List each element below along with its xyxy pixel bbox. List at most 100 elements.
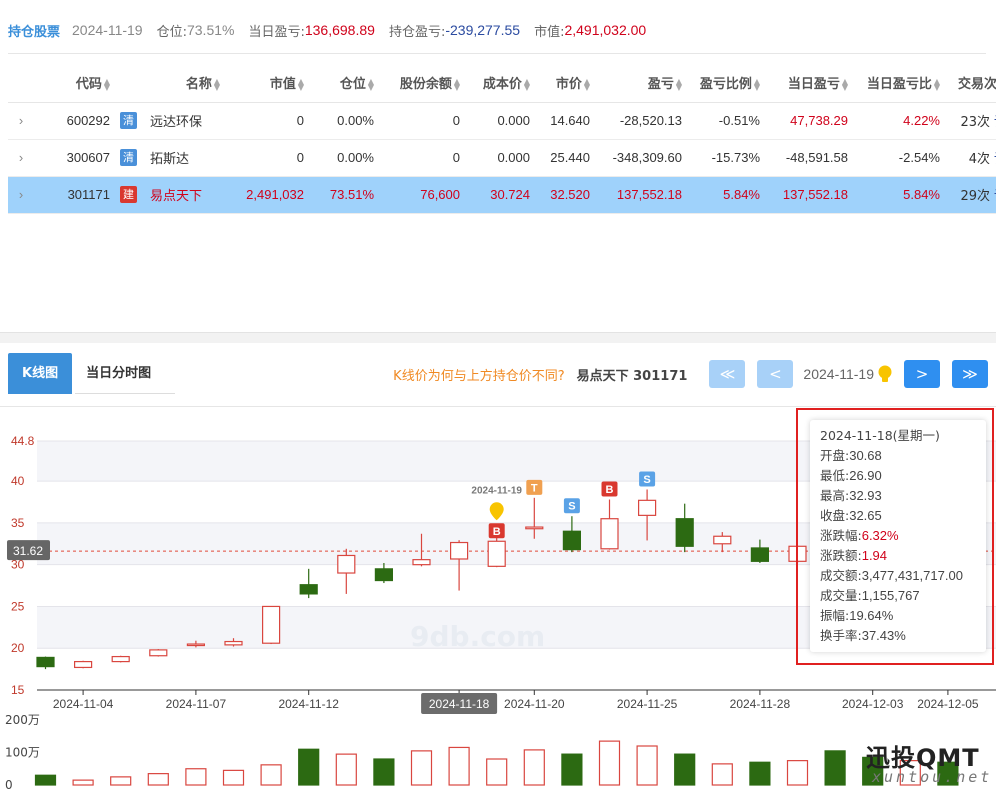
marker-date-label: 2024-11-19 xyxy=(471,485,522,496)
y-tick-label: 44.8 xyxy=(11,434,35,448)
trade-marker-label: B xyxy=(606,484,614,496)
tooltip-row: 成交额:3,477,431,717.00 xyxy=(820,566,986,586)
volume-bar xyxy=(786,760,809,786)
volume-bar xyxy=(636,745,658,786)
tooltip-value: 32.93 xyxy=(849,488,882,503)
candle-body xyxy=(186,643,205,647)
hover-date-label: 2024-11-18 xyxy=(429,697,490,711)
tooltip-label: 成交额: xyxy=(820,568,862,583)
tooltip-row: 最高:32.93 xyxy=(820,486,986,506)
y-tick-label: 35 xyxy=(11,516,25,530)
brand-watermark-url: xuntou.net xyxy=(872,768,993,786)
volume-bar xyxy=(410,750,433,786)
tooltip-label: 收盘: xyxy=(820,508,850,523)
volume-bar xyxy=(674,753,696,786)
candle-body xyxy=(149,649,168,657)
volume-bar xyxy=(185,768,207,786)
volume-bar xyxy=(222,769,245,786)
tooltip-row: 成交量:1,155,767 xyxy=(820,586,986,606)
trade-marker-label: B xyxy=(493,526,501,538)
tooltip-value: 1.94 xyxy=(861,548,888,563)
volume-bar xyxy=(749,761,771,786)
tooltip-value: 30.68 xyxy=(849,448,882,463)
candle-body xyxy=(487,540,506,567)
tooltip-date-text: 2024-11-18(星期一) xyxy=(820,428,940,443)
tooltip-row: 换手率:37.43% xyxy=(820,626,986,646)
candle-body xyxy=(337,554,356,574)
candle-body xyxy=(374,568,393,582)
candle-body xyxy=(713,535,732,545)
trade-marker-label: S xyxy=(643,474,650,486)
candle-body xyxy=(450,541,469,560)
tooltip-row: 振幅:19.64% xyxy=(820,606,986,626)
tooltip-label: 涨跌幅: xyxy=(820,528,862,543)
tooltip-date: 2024-11-18(星期一) xyxy=(820,426,986,446)
volume-bar xyxy=(110,776,132,786)
volume-bar xyxy=(598,740,621,786)
volume-bar xyxy=(260,764,282,786)
x-tick-label: 2024-11-28 xyxy=(730,697,791,711)
volume-bar xyxy=(523,749,545,786)
volume-bar xyxy=(561,753,583,786)
tooltip-label: 涨跌额: xyxy=(820,548,862,563)
tooltip-value: 3,477,431,717.00 xyxy=(861,568,963,583)
tooltip-label: 振幅: xyxy=(820,608,850,623)
tooltip-value: 6.32% xyxy=(861,528,899,543)
tooltip-row: 涨跌幅:6.32% xyxy=(820,526,986,546)
tooltip-value: 26.90 xyxy=(849,468,882,483)
candle-body xyxy=(262,605,281,644)
candle-body xyxy=(111,655,130,663)
candle-body xyxy=(525,526,544,530)
tooltip-value: 32.65 xyxy=(849,508,882,523)
tooltip-label: 最低: xyxy=(820,468,850,483)
tooltip-label: 开盘: xyxy=(820,448,850,463)
x-tick-label: 2024-12-03 xyxy=(842,697,904,711)
volume-tick-label: 100万 xyxy=(5,746,40,760)
volume-bar xyxy=(486,758,508,786)
volume-bar xyxy=(711,763,733,786)
volume-bar xyxy=(34,774,57,786)
x-tick-label: 2024-11-25 xyxy=(617,697,678,711)
candle-body xyxy=(299,584,318,595)
trade-marker-label: S xyxy=(568,501,575,513)
tooltip-label: 换手率: xyxy=(820,628,862,643)
volume-bar xyxy=(448,746,470,786)
x-tick-label: 2024-11-12 xyxy=(278,697,339,711)
chart-watermark: 9db.com xyxy=(410,620,545,653)
location-pin-icon xyxy=(489,502,504,521)
x-tick-label: 2024-11-07 xyxy=(166,697,227,711)
volume-bar xyxy=(824,750,846,786)
volume-bar xyxy=(335,753,357,786)
tooltip-row: 涨跌额:1.94 xyxy=(820,546,986,566)
candle-tooltip: 2024-11-18(星期一) 开盘:30.68 最低:26.90 最高:32.93… xyxy=(810,420,986,652)
y-tick-label: 15 xyxy=(11,683,25,697)
tooltip-value: 19.64% xyxy=(849,608,894,623)
candle-body xyxy=(73,660,93,669)
candle-body xyxy=(412,559,431,566)
trade-marker-label: T xyxy=(531,482,538,494)
tooltip-row: 收盘:32.65 xyxy=(820,506,986,526)
candle-body xyxy=(562,530,582,551)
tooltip-label: 最高: xyxy=(820,488,850,503)
volume-bar xyxy=(373,758,395,786)
candle-body xyxy=(36,656,55,668)
y-tick-label: 40 xyxy=(11,474,25,488)
candle-body xyxy=(224,640,243,646)
x-tick-label: 2024-11-20 xyxy=(504,697,565,711)
reference-price-label: 31.62 xyxy=(13,544,43,558)
volume-tick-label: 200万 xyxy=(5,713,40,727)
candle-body xyxy=(600,518,619,550)
candle-body xyxy=(750,547,770,562)
volume-bar xyxy=(298,748,320,786)
kline-chart[interactable]: 44.84035302520159db.com31.62B2024-11-19 T… xyxy=(0,0,996,798)
candle-body xyxy=(675,518,694,547)
y-tick-label: 20 xyxy=(11,641,25,655)
volume-bar xyxy=(72,779,94,786)
tooltip-row: 最低:26.90 xyxy=(820,466,986,486)
volume-bar xyxy=(147,773,169,786)
tooltip-row: 开盘:30.68 xyxy=(820,446,986,466)
tooltip-value: 37.43% xyxy=(861,628,906,643)
y-tick-label: 25 xyxy=(11,599,25,613)
x-tick-label: 2024-12-05 xyxy=(917,697,979,711)
volume-tick-label: 0 xyxy=(5,778,13,792)
